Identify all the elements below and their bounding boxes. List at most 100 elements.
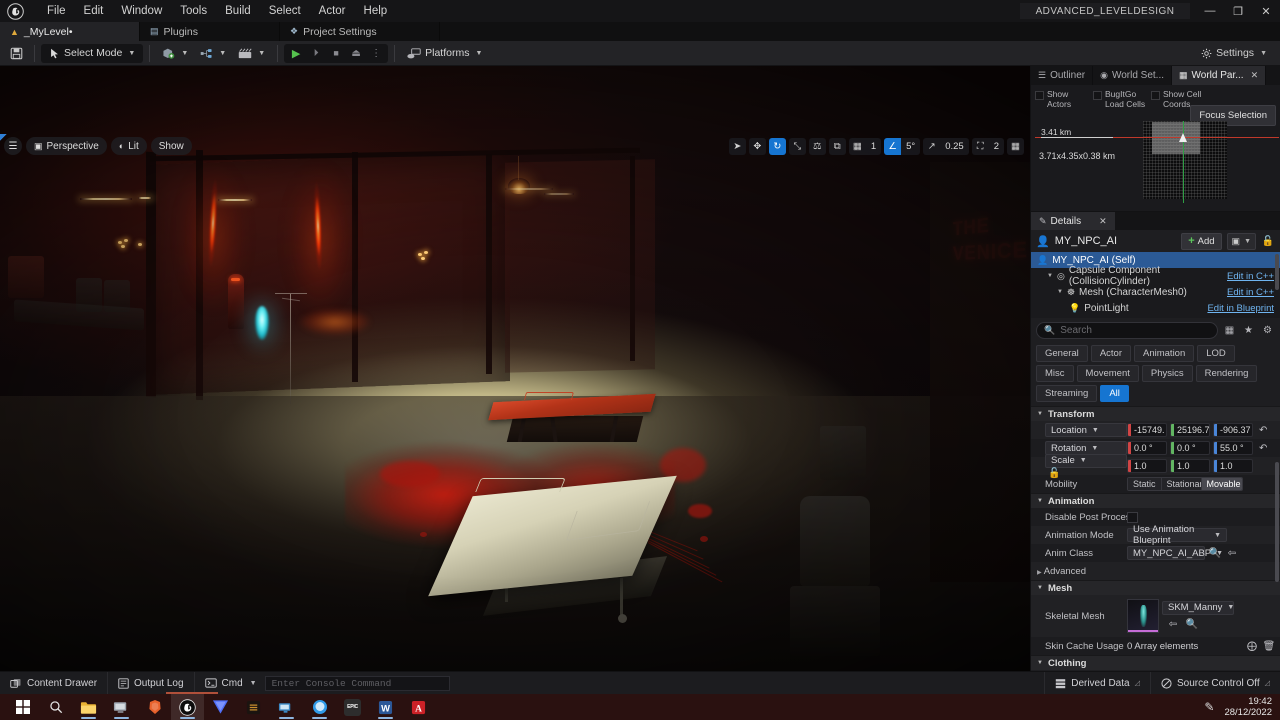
mobility-movable[interactable]: Movable (1201, 478, 1242, 490)
tab-plugins[interactable]: ▤ Plugins (140, 22, 280, 41)
close-icon[interactable]: ✕ (1251, 70, 1259, 81)
filter-lod[interactable]: LOD (1197, 345, 1235, 362)
tab-project-settings[interactable]: ❖ Project Settings (280, 22, 440, 41)
filter-all[interactable]: All (1100, 385, 1129, 402)
taskbar-clock[interactable]: 19:42 28/12/2022 (1224, 696, 1272, 718)
rotation-reset-icon[interactable]: ↶ (1259, 443, 1267, 454)
expand-triangle-icon[interactable]: ▼ (1037, 498, 1043, 504)
component-row-capsule[interactable]: ▼ ◎ Capsule Component (CollisionCylinder… (1031, 265, 1280, 287)
animation-mode-dropdown[interactable]: Use Animation Blueprint ▼ (1127, 524, 1227, 546)
taskbar-remote-desktop[interactable] (105, 694, 138, 720)
component-tree-scrollbar[interactable] (1275, 254, 1279, 290)
platforms-button[interactable]: Platforms ▼ (401, 44, 488, 63)
scale-snap-value[interactable]: 0.25 (940, 141, 969, 152)
taskbar-brave-browser[interactable] (138, 694, 171, 720)
taskbar-word[interactable]: W (369, 694, 402, 720)
skeletal-mesh-dropdown[interactable]: SKM_Manny ▼ (1162, 600, 1234, 615)
view-mode-dropdown[interactable]: ◐ Lit (110, 137, 147, 155)
filter-physics[interactable]: Physics (1141, 365, 1193, 382)
location-x-field[interactable]: -15749. (1127, 423, 1167, 437)
component-row-mesh[interactable]: ▼ ☸ Mesh (CharacterMesh0) Edit in C++ (1031, 284, 1280, 300)
taskbar-file-explorer[interactable] (72, 694, 105, 720)
taskbar-unreal-engine[interactable] (171, 694, 204, 720)
camera-icon[interactable]: ⛶ (972, 138, 989, 155)
viewport-layout-icon[interactable]: ▦ (1007, 137, 1024, 155)
camera-speed-value[interactable]: 2 (989, 141, 1004, 152)
use-selected-asset-icon[interactable]: ⇦ (1166, 618, 1180, 632)
show-menu-dropdown[interactable]: Show (150, 137, 192, 155)
tab-mylevel[interactable]: ▲ _MyLevel• (0, 22, 140, 41)
taskbar-epic-games[interactable]: EPIC (336, 694, 369, 720)
location-z-field[interactable]: -906.37 (1213, 423, 1253, 437)
camera-mode-dropdown[interactable]: ▣ Perspective (26, 137, 107, 155)
rotation-x-field[interactable]: 0.0 ° (1127, 441, 1167, 455)
skeletal-mesh-thumbnail[interactable] (1127, 599, 1159, 633)
minimize-button[interactable]: — (1196, 0, 1224, 22)
content-drawer-button[interactable]: Content Drawer (0, 671, 109, 695)
menu-help[interactable]: Help (355, 0, 397, 22)
checkbox-box[interactable] (1151, 91, 1160, 100)
filter-animation[interactable]: Animation (1134, 345, 1195, 362)
rotation-y-field[interactable]: 0.0 ° (1170, 441, 1210, 455)
unreal-engine-logo-icon[interactable] (0, 0, 30, 22)
browse-to-asset-icon[interactable]: 🔍 (1185, 618, 1199, 632)
taskbar-messenger[interactable] (303, 694, 336, 720)
expand-triangle-icon[interactable]: ▼ (1037, 411, 1043, 417)
angle-snap-value[interactable]: 5° (901, 141, 920, 152)
scale-snap-group[interactable]: ↗ 0.25 (923, 137, 969, 155)
edit-in-cpp-link[interactable]: Edit in C++ (1227, 287, 1274, 298)
checkbox-box[interactable] (1035, 91, 1044, 100)
scale-x-field[interactable]: 1.0 (1127, 459, 1167, 473)
details-scrollbar[interactable] (1275, 462, 1279, 582)
gear-icon[interactable]: ⚙ (1260, 323, 1275, 338)
column-view-icon[interactable]: ▦ (1222, 323, 1237, 338)
delete-icon[interactable]: 🗑 (1262, 639, 1276, 653)
scale-snap-icon[interactable]: ↗ (923, 138, 940, 155)
filter-movement[interactable]: Movement (1076, 365, 1139, 382)
tab-details[interactable]: ✎ Details ✕ (1031, 212, 1115, 230)
camera-speed-group[interactable]: ⛶ 2 (971, 137, 1004, 155)
taskbar-substance[interactable] (237, 694, 270, 720)
menu-window[interactable]: Window (112, 0, 171, 22)
expand-triangle-icon[interactable]: ▼ (1037, 660, 1043, 666)
taskbar-bitwarden[interactable] (204, 694, 237, 720)
unlock-icon[interactable]: 🔓 (1261, 234, 1275, 248)
close-icon[interactable]: ✕ (1099, 216, 1107, 227)
disable-post-process-checkbox[interactable] (1127, 511, 1138, 523)
coordinate-system-icon[interactable]: ⚖ (808, 137, 826, 155)
scale-lock-icon[interactable]: 🔓 (1048, 468, 1060, 479)
add-element-icon[interactable]: ⨁ (1245, 639, 1259, 653)
expand-triangle-icon[interactable]: ▼ (1047, 273, 1053, 279)
expand-triangle-icon[interactable]: ▼ (1037, 585, 1043, 591)
source-control-button[interactable]: Source Control Off ◿ (1149, 671, 1280, 695)
tab-world-settings[interactable]: ◉ World Set... (1093, 66, 1173, 85)
scale-z-field[interactable]: 1.0 (1213, 459, 1253, 473)
checkbox-box[interactable] (1093, 91, 1102, 100)
edit-in-blueprint-link[interactable]: Edit in Blueprint (1207, 303, 1274, 314)
menu-edit[interactable]: Edit (75, 0, 113, 22)
property-row-advanced[interactable]: ▶ Advanced (1031, 562, 1280, 580)
move-tool-icon[interactable]: ✥ (748, 137, 766, 155)
play-options-button[interactable]: ⋮ (367, 45, 385, 62)
details-search-box[interactable]: 🔍 (1036, 322, 1218, 339)
derived-data-button[interactable]: Derived Data ◿ (1044, 671, 1150, 695)
eject-button[interactable]: ⏏ (347, 45, 365, 62)
add-component-button[interactable]: + Add (1181, 232, 1222, 250)
play-button[interactable]: ▶ (287, 45, 305, 62)
angle-icon[interactable]: ∠ (884, 137, 902, 155)
rotate-tool-icon[interactable]: ↻ (768, 137, 786, 155)
mobility-stationary[interactable]: Stationary (1161, 478, 1202, 490)
use-selected-asset-icon[interactable]: ⇦ (1225, 546, 1239, 560)
taskbar-acrobat[interactable]: A (402, 694, 435, 720)
taskbar-remote-connection[interactable] (270, 694, 303, 720)
filter-misc[interactable]: Misc (1036, 365, 1074, 382)
location-dropdown[interactable]: Location ▼ (1045, 423, 1127, 437)
menu-actor[interactable]: Actor (310, 0, 355, 22)
tab-world-partition[interactable]: ▦ World Par... ✕ (1172, 66, 1267, 85)
add-actor-button[interactable]: ▼ (156, 44, 194, 63)
location-reset-icon[interactable]: ↶ (1259, 425, 1267, 436)
skip-button[interactable]: ⏵ (307, 45, 325, 62)
blueprints-button[interactable]: ▼ (194, 44, 232, 63)
angle-snap-group[interactable]: ∠ 5° (884, 137, 921, 155)
select-mode-button[interactable]: Select Mode ▼ (41, 43, 144, 63)
